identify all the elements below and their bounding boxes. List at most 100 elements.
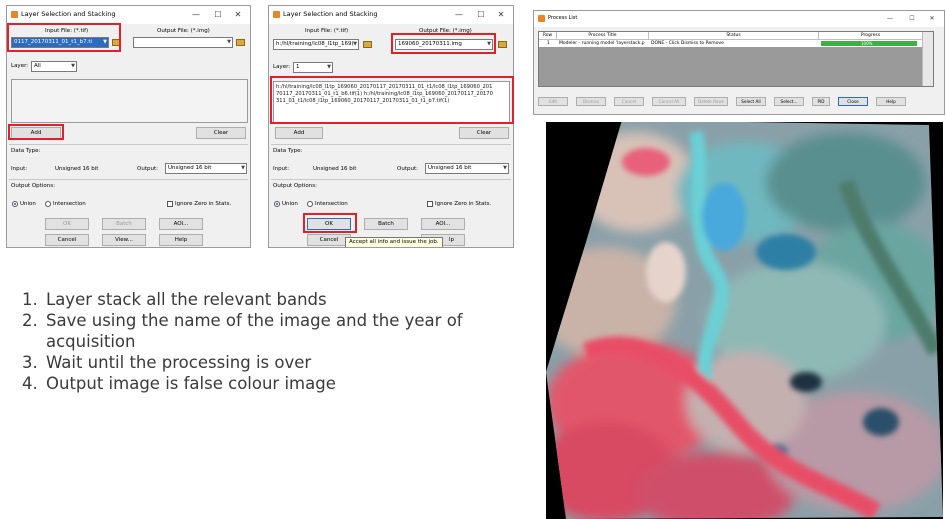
- folder-open-icon[interactable]: [236, 39, 245, 46]
- chevron-down-icon: ▼: [503, 165, 507, 171]
- ok-button[interactable]: OK: [45, 218, 89, 230]
- ignore-zero-label: Ignore Zero in Stats.: [435, 201, 492, 207]
- satellite-scene: [546, 122, 943, 519]
- input-type-label: Input:: [11, 166, 28, 172]
- process-list-pid-button[interactable]: PID: [812, 97, 830, 106]
- step-item: 1. Layer stack all the relevant bands: [22, 289, 507, 310]
- ignore-zero-checkbox[interactable]: [427, 201, 433, 207]
- minimize-button[interactable]: —: [186, 8, 206, 22]
- intersection-radio[interactable]: [45, 201, 51, 207]
- data-type-label: Data Type:: [11, 148, 41, 154]
- process-list-cancel-all-button[interactable]: Cancel All: [652, 97, 686, 106]
- column-header-row[interactable]: Row: [539, 32, 557, 40]
- process-list-help-button[interactable]: Help: [876, 97, 906, 106]
- column-header-status[interactable]: Status: [649, 32, 819, 40]
- input-file-label: Input File: (*.tif): [305, 28, 349, 34]
- process-list-edit-button[interactable]: Edit: [538, 97, 568, 106]
- process-table: Row Process Title Status Progress 1 Mode…: [538, 31, 934, 87]
- ignore-zero-checkbox[interactable]: [167, 201, 173, 207]
- output-file-field[interactable]: ▼: [133, 37, 233, 48]
- clear-button[interactable]: Clear: [459, 127, 509, 139]
- intersection-radio[interactable]: [307, 201, 313, 207]
- union-radio[interactable]: [12, 201, 18, 207]
- union-label: Union: [20, 201, 36, 207]
- scrollbar[interactable]: [922, 32, 933, 86]
- close-button[interactable]: ✕: [228, 8, 248, 22]
- folder-open-icon[interactable]: [363, 41, 372, 48]
- process-list-select-all-button[interactable]: Select All: [736, 97, 766, 106]
- highlight-output-file: [391, 33, 496, 54]
- table-row[interactable]: 1 Modeler - running model 'layerstack.p …: [539, 40, 923, 47]
- chevron-down-icon: ▼: [241, 165, 245, 171]
- divider: [271, 179, 511, 180]
- column-header-progress[interactable]: Progress: [819, 32, 923, 40]
- output-type-select[interactable]: Unsigned 16 bit ▼: [425, 163, 509, 174]
- column-header-title[interactable]: Process Title: [557, 32, 649, 40]
- ignore-zero-label: Ignore Zero in Stats.: [175, 201, 232, 207]
- maximize-button[interactable]: ☐: [471, 8, 491, 22]
- union-radio[interactable]: [274, 201, 280, 207]
- batch-button[interactable]: Batch: [102, 218, 146, 230]
- layer-list[interactable]: [11, 79, 248, 123]
- output-type-value: Unsigned 16 bit: [428, 165, 472, 171]
- minimize-button[interactable]: —: [880, 12, 900, 26]
- batch-button[interactable]: Batch: [364, 218, 408, 230]
- step-item: 2. Save using the name of the image and t…: [22, 310, 507, 352]
- process-list-close-button[interactable]: Close: [838, 97, 868, 106]
- ok-tooltip: Accept all info and issue the job.: [345, 237, 443, 247]
- aoi-button[interactable]: AOI...: [159, 218, 203, 230]
- highlight-input-file: [7, 23, 121, 52]
- aoi-button[interactable]: AOI...: [421, 218, 465, 230]
- dialog-titlebar: Layer Selection and Stacking — ☐ ✕: [7, 6, 250, 24]
- add-button[interactable]: Add: [275, 127, 323, 139]
- layer-select[interactable]: 1 ▼: [293, 62, 333, 73]
- step-text: Save using the name of the image and the…: [46, 311, 463, 351]
- clear-button[interactable]: Clear: [196, 127, 246, 139]
- dialog-title: Layer Selection and Stacking: [283, 10, 378, 18]
- layer-label: Layer:: [273, 64, 291, 70]
- chevron-down-icon: ▼: [327, 64, 331, 70]
- output-type-value: Unsigned 16 bit: [168, 165, 212, 171]
- step-item: 3. Wait until the processing is over: [22, 352, 507, 373]
- step-item: 4. Output image is false colour image: [22, 373, 507, 394]
- input-file-field[interactable]: h:/hl/training/lc08_l1tp_169( ▼: [273, 39, 359, 50]
- help-button-fragment: lp: [448, 237, 454, 243]
- maximize-button[interactable]: ☐: [902, 12, 922, 26]
- highlight-add-button: [8, 124, 64, 140]
- step-number: 3.: [22, 353, 38, 372]
- output-type-label: Output:: [137, 166, 158, 172]
- process-list-delete-rows-button[interactable]: Delete Rows: [694, 97, 728, 106]
- process-list-dismiss-button[interactable]: Dismiss: [576, 97, 606, 106]
- view-button[interactable]: View...: [102, 234, 146, 246]
- highlight-ok-button: [303, 213, 357, 233]
- folder-open-icon[interactable]: [498, 41, 507, 48]
- process-list-select-button[interactable]: Select...: [774, 97, 804, 106]
- false-colour-satellite-image: [546, 122, 943, 519]
- cancel-button[interactable]: Cancel: [45, 234, 89, 246]
- output-type-select[interactable]: Unsigned 16 bit ▼: [165, 163, 247, 174]
- process-list-title: Process List: [548, 15, 578, 21]
- minimize-button[interactable]: —: [449, 8, 469, 22]
- row-index: 1: [547, 41, 550, 46]
- chevron-down-icon: ▼: [71, 63, 75, 69]
- help-button[interactable]: Help: [159, 234, 203, 246]
- input-type-value: Unsigned 16 bit: [55, 166, 99, 172]
- app-icon: [11, 11, 18, 18]
- row-status: DONE - Click Dismiss to Remove: [651, 41, 724, 46]
- maximize-button[interactable]: ☐: [208, 8, 228, 22]
- layer-select[interactable]: All ▼: [31, 61, 77, 72]
- close-button[interactable]: ✕: [922, 12, 942, 26]
- highlight-layer-list: [270, 76, 514, 124]
- intersection-label: Intersection: [315, 201, 348, 207]
- process-list-cancel-button[interactable]: Cancel: [614, 97, 644, 106]
- divider: [9, 179, 248, 180]
- chevron-down-icon: ▼: [353, 41, 357, 47]
- step-text: Output image is false colour image: [46, 374, 336, 393]
- layer-label: Layer:: [11, 63, 29, 69]
- input-file-value: h:/hl/training/lc08_l1tp_169(: [276, 41, 354, 47]
- divider: [9, 144, 248, 145]
- output-options-label: Output Options:: [273, 183, 317, 189]
- step-number: 2.: [22, 311, 38, 330]
- divider: [271, 144, 511, 145]
- close-button[interactable]: ✕: [491, 8, 511, 22]
